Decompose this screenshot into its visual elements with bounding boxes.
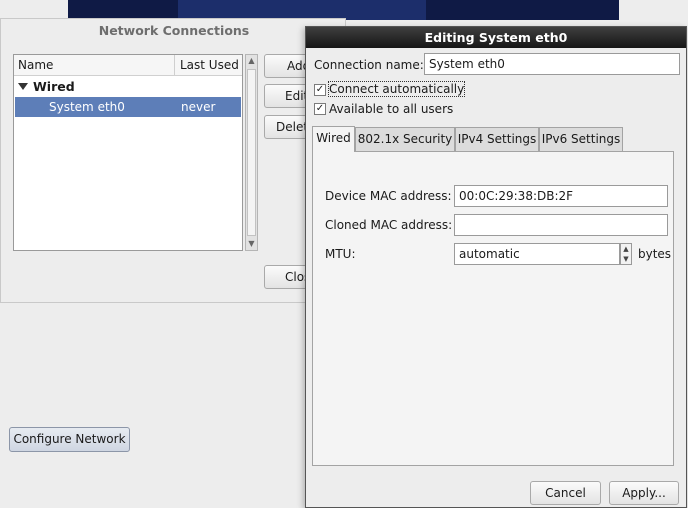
mtu-label: MTU: <box>325 247 356 261</box>
connection-name-label: Connection name: <box>314 58 424 72</box>
expander-icon[interactable] <box>18 83 28 90</box>
connection-last-used: never <box>181 100 216 114</box>
tab-wired[interactable]: Wired <box>312 126 355 152</box>
column-header-name[interactable]: Name <box>18 58 53 72</box>
apply-button[interactable]: Apply... <box>609 481 679 505</box>
network-connections-window: Network Connections Name Last Used Wired… <box>0 18 346 303</box>
mtu-unit: bytes <box>638 247 672 261</box>
available-to-all-label[interactable]: Available to all users <box>329 102 453 116</box>
list-item-system-eth0[interactable]: System eth0 never <box>15 97 241 117</box>
dialog-title: Editing System eth0 <box>306 27 686 48</box>
tab-ipv4-settings[interactable]: IPv4 Settings <box>455 127 539 151</box>
list-header: Name Last Used <box>14 55 242 76</box>
group-wired[interactable]: Wired <box>18 79 75 94</box>
mtu-input[interactable]: automatic <box>454 243 620 265</box>
column-header-last-used[interactable]: Last Used <box>180 58 239 72</box>
desktop-top-band <box>68 0 619 20</box>
configure-network-button[interactable]: Configure Network <box>9 427 130 452</box>
tab-ipv6-settings[interactable]: IPv6 Settings <box>539 127 623 151</box>
chevron-up-icon[interactable]: ▲ <box>621 244 631 254</box>
tab-8021x-security[interactable]: 802.1x Security <box>355 127 455 151</box>
group-label: Wired <box>33 79 75 94</box>
mtu-stepper[interactable]: ▲ ▼ <box>620 243 632 265</box>
scroll-down-icon[interactable]: ▼ <box>247 238 256 250</box>
edit-connection-dialog: Editing System eth0 Connection name: Sys… <box>305 26 687 508</box>
device-mac-label: Device MAC address: <box>325 189 452 203</box>
column-separator <box>174 55 175 75</box>
cancel-button[interactable]: Cancel <box>530 481 601 505</box>
cloned-mac-input[interactable] <box>454 214 668 236</box>
cloned-mac-label: Cloned MAC address: <box>325 218 453 232</box>
scroll-up-icon[interactable]: ▲ <box>247 55 256 67</box>
wired-tab-panel: Device MAC address: 00:0C:29:38:DB:2F Cl… <box>312 151 674 466</box>
connections-list[interactable]: Name Last Used Wired System eth0 never <box>13 54 243 251</box>
chevron-down-icon[interactable]: ▼ <box>621 254 631 264</box>
device-mac-input[interactable]: 00:0C:29:38:DB:2F <box>454 185 668 207</box>
connect-automatically-label[interactable]: Connect automatically <box>327 81 466 97</box>
list-scrollbar[interactable]: ▲ ▼ <box>245 54 258 251</box>
available-to-all-checkbox[interactable]: ✓ <box>314 103 326 115</box>
scroll-thumb[interactable] <box>247 69 256 236</box>
connect-automatically-checkbox[interactable]: ✓ <box>314 84 326 96</box>
connection-name: System eth0 <box>49 100 125 114</box>
connection-name-input[interactable]: System eth0 <box>424 53 680 75</box>
window-title: Network Connections <box>98 23 250 38</box>
